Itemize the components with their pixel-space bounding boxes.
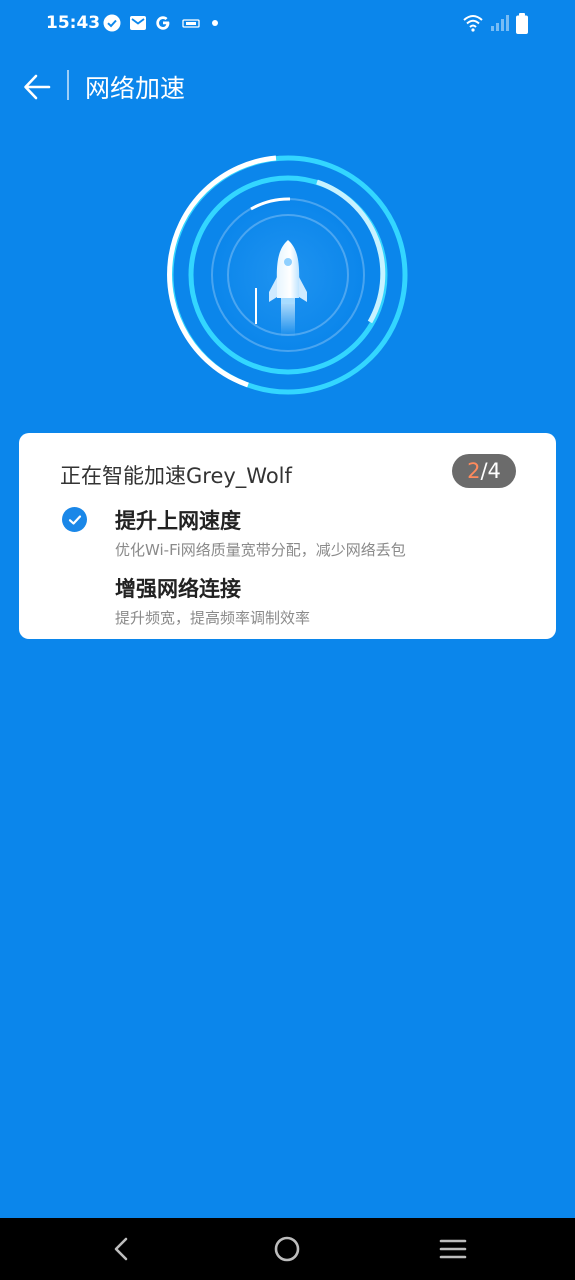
step-description: 提升频宽，提高频率调制效率 bbox=[115, 609, 311, 627]
screen: 15:43 网络加速 正在智能加速Grey_Wolf 2 / 4 提升上网速度 … bbox=[0, 0, 575, 1280]
nav-menu-button[interactable] bbox=[418, 1218, 488, 1280]
check-circle-icon bbox=[103, 14, 121, 32]
home-icon bbox=[274, 1236, 300, 1262]
progress-total: 4 bbox=[487, 459, 501, 483]
wifi-icon bbox=[462, 13, 484, 37]
status-time: 15:43 bbox=[46, 13, 101, 33]
header-divider bbox=[67, 70, 69, 100]
progress-current: 2 bbox=[467, 459, 481, 483]
page-title: 网络加速 bbox=[85, 74, 186, 103]
speed-animation bbox=[165, 152, 411, 398]
mail-icon bbox=[129, 14, 147, 32]
signal-icon bbox=[489, 13, 509, 37]
step-item: 提升上网速度 优化Wi-Fi网络质量宽带分配，减少网络丢包 bbox=[115, 505, 406, 560]
nav-home-button[interactable] bbox=[252, 1218, 322, 1280]
menu-icon bbox=[439, 1239, 467, 1259]
check-icon bbox=[62, 507, 87, 532]
back-button[interactable] bbox=[18, 68, 56, 106]
dot-icon bbox=[210, 14, 220, 32]
acceleration-card: 正在智能加速Grey_Wolf 2 / 4 提升上网速度 优化Wi-Fi网络质量… bbox=[19, 433, 556, 639]
progress-separator: / bbox=[480, 459, 488, 483]
step-description: 优化Wi-Fi网络质量宽带分配，减少网络丢包 bbox=[115, 541, 406, 559]
status-bar: 15:43 bbox=[0, 0, 575, 48]
step-title: 增强网络连接 bbox=[115, 577, 241, 601]
notification-icon bbox=[181, 14, 201, 32]
google-icon bbox=[154, 14, 172, 32]
battery-icon bbox=[515, 13, 529, 39]
card-title: 正在智能加速Grey_Wolf bbox=[60, 464, 292, 488]
step-title: 提升上网速度 bbox=[115, 509, 241, 533]
back-arrow-icon bbox=[24, 74, 51, 100]
step-item: 增强网络连接 提升频宽，提高频率调制效率 bbox=[115, 573, 310, 628]
header: 网络加速 bbox=[0, 60, 575, 112]
nav-back-button[interactable] bbox=[87, 1218, 157, 1280]
progress-badge: 2 / 4 bbox=[452, 454, 516, 488]
back-icon bbox=[114, 1237, 128, 1261]
navigation-bar bbox=[0, 1218, 575, 1280]
